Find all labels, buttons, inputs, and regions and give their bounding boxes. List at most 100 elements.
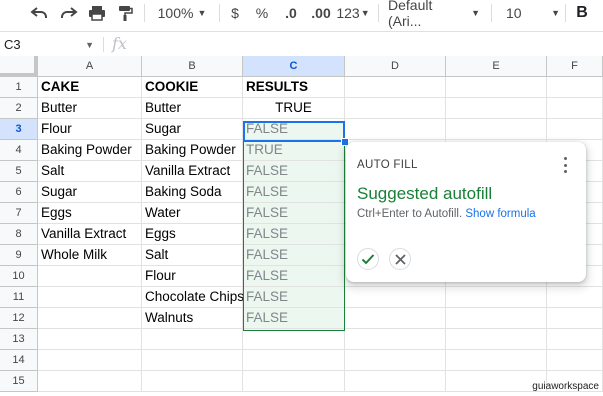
cell-b7[interactable]: Water	[142, 203, 243, 224]
cell-c5[interactable]: FALSE	[243, 161, 345, 182]
column-header-d[interactable]: D	[345, 56, 446, 77]
cell-a7[interactable]: Eggs	[38, 203, 142, 224]
cell-e2[interactable]	[446, 98, 547, 119]
cell-f2[interactable]	[547, 98, 603, 119]
row-header[interactable]: 12	[0, 308, 38, 329]
cell-b9[interactable]: Salt	[142, 245, 243, 266]
cell-a14[interactable]	[38, 350, 142, 371]
select-all-corner[interactable]	[0, 56, 38, 77]
row-header[interactable]: 14	[0, 350, 38, 371]
row-header[interactable]: 10	[0, 266, 38, 287]
row-header[interactable]: 15	[0, 371, 38, 392]
cell-a1[interactable]: CAKE	[38, 77, 142, 98]
cell-d13[interactable]	[345, 329, 446, 350]
accept-autofill-button[interactable]	[357, 248, 379, 270]
cell-d2[interactable]	[345, 98, 446, 119]
cell-a13[interactable]	[38, 329, 142, 350]
row-header[interactable]: 6	[0, 182, 38, 203]
cell-b4[interactable]: Baking Powder	[142, 140, 243, 161]
cell-f12[interactable]	[547, 308, 603, 329]
redo-icon[interactable]	[56, 0, 82, 26]
column-header-e[interactable]: E	[446, 56, 547, 77]
row-header[interactable]: 7	[0, 203, 38, 224]
row-header[interactable]: 4	[0, 140, 38, 161]
cell-b13[interactable]	[142, 329, 243, 350]
cell-c4[interactable]: TRUE	[243, 140, 345, 161]
name-box[interactable]: C3 ▼	[0, 32, 100, 57]
row-header[interactable]: 8	[0, 224, 38, 245]
cell-c15[interactable]	[243, 371, 345, 392]
cell-c3[interactable]: FALSE	[243, 119, 345, 140]
cell-e1[interactable]	[446, 77, 547, 98]
bold-button[interactable]: B	[572, 0, 592, 26]
cell-a4[interactable]: Baking Powder	[38, 140, 142, 161]
cell-c14[interactable]	[243, 350, 345, 371]
percent-format-button[interactable]: %	[252, 0, 272, 26]
cell-a8[interactable]: Vanilla Extract	[38, 224, 142, 245]
cell-c11[interactable]: FALSE	[243, 287, 345, 308]
cell-c8[interactable]: FALSE	[243, 224, 345, 245]
cell-d12[interactable]	[345, 308, 446, 329]
cell-b15[interactable]	[142, 371, 243, 392]
cell-a12[interactable]	[38, 308, 142, 329]
cell-d1[interactable]	[345, 77, 446, 98]
cell-c9[interactable]: FALSE	[243, 245, 345, 266]
cell-a5[interactable]: Salt	[38, 161, 142, 182]
cell-a10[interactable]	[38, 266, 142, 287]
cell-c10[interactable]: FALSE	[243, 266, 345, 287]
cell-c7[interactable]: FALSE	[243, 203, 345, 224]
paint-format-icon[interactable]	[112, 0, 138, 26]
cell-d15[interactable]	[345, 371, 446, 392]
font-size-select[interactable]: 10 ▼	[500, 0, 560, 26]
column-header-b[interactable]: B	[142, 56, 243, 77]
cell-b3[interactable]: Sugar	[142, 119, 243, 140]
column-header-f[interactable]: F	[547, 56, 603, 77]
cell-f14[interactable]	[547, 350, 603, 371]
cell-f3[interactable]	[547, 119, 603, 140]
cell-b14[interactable]	[142, 350, 243, 371]
cell-e3[interactable]	[446, 119, 547, 140]
column-header-c[interactable]: C	[243, 56, 345, 77]
cell-f13[interactable]	[547, 329, 603, 350]
cell-b2[interactable]: Butter	[142, 98, 243, 119]
cell-f1[interactable]	[547, 77, 603, 98]
row-header[interactable]: 1	[0, 77, 38, 98]
cell-a15[interactable]	[38, 371, 142, 392]
row-header[interactable]: 13	[0, 329, 38, 350]
cell-d14[interactable]	[345, 350, 446, 371]
row-header[interactable]: 9	[0, 245, 38, 266]
number-format-select[interactable]: 123 ▼	[336, 0, 370, 26]
cell-c13[interactable]	[243, 329, 345, 350]
font-select[interactable]: Default (Ari... ▼	[388, 0, 480, 29]
zoom-select[interactable]: 100% ▼	[152, 0, 212, 26]
undo-icon[interactable]	[26, 0, 52, 26]
more-vert-icon[interactable]	[562, 157, 568, 173]
cell-e14[interactable]	[446, 350, 547, 371]
row-header[interactable]: 2	[0, 98, 38, 119]
column-header-a[interactable]: A	[38, 56, 142, 77]
cell-b6[interactable]: Baking Soda	[142, 182, 243, 203]
cell-a3[interactable]: Flour	[38, 119, 142, 140]
show-formula-link[interactable]: Show formula	[465, 208, 535, 220]
cell-f11[interactable]	[547, 287, 603, 308]
cell-a9[interactable]: Whole Milk	[38, 245, 142, 266]
cell-c12[interactable]: FALSE	[243, 308, 345, 329]
currency-format-button[interactable]: $	[225, 0, 245, 26]
row-header[interactable]: 3	[0, 119, 38, 140]
cell-b1[interactable]: COOKIE	[142, 77, 243, 98]
cell-b5[interactable]: Vanilla Extract	[142, 161, 243, 182]
cell-e12[interactable]	[446, 308, 547, 329]
row-header[interactable]: 11	[0, 287, 38, 308]
cell-a2[interactable]: Butter	[38, 98, 142, 119]
print-icon[interactable]	[84, 0, 110, 26]
cell-b10[interactable]: Flour	[142, 266, 243, 287]
dismiss-autofill-button[interactable]	[389, 248, 411, 270]
cell-d3[interactable]	[345, 119, 446, 140]
cell-c1[interactable]: RESULTS	[243, 77, 345, 98]
cell-b8[interactable]: Eggs	[142, 224, 243, 245]
cell-a11[interactable]	[38, 287, 142, 308]
row-header[interactable]: 5	[0, 161, 38, 182]
cell-e11[interactable]	[446, 287, 547, 308]
cell-d11[interactable]	[345, 287, 446, 308]
cell-b11[interactable]: Chocolate Chips	[142, 287, 244, 308]
